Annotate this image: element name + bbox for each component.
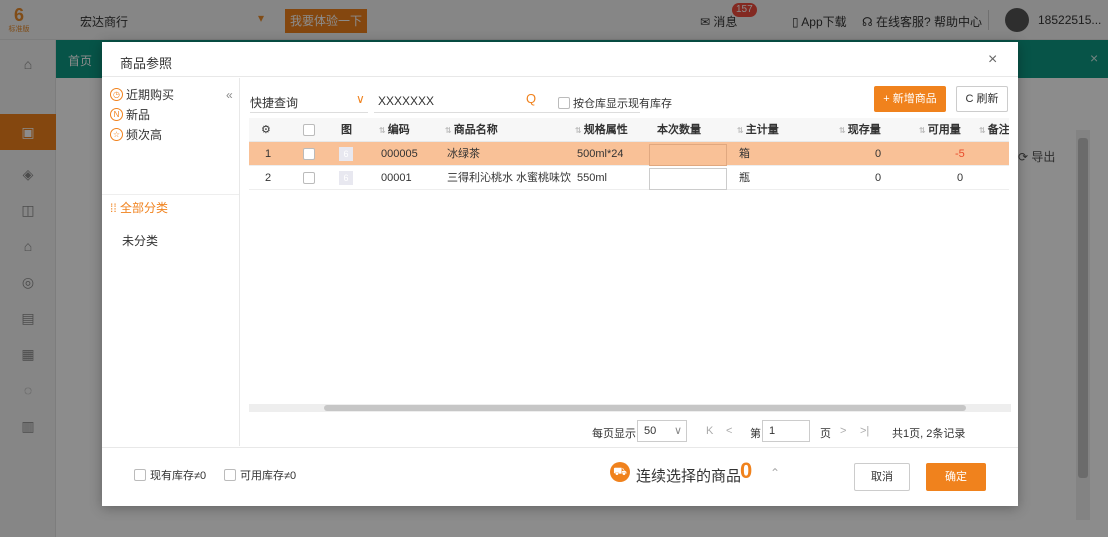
first-page-icon[interactable]: K <box>706 425 713 437</box>
category-uncategorized[interactable]: 未分类 <box>122 232 158 249</box>
product-image: 6 <box>339 166 353 190</box>
star-icon: ☆ <box>110 128 123 141</box>
product-name: 冰绿茶 <box>447 148 480 160</box>
product-unit: 瓶 <box>739 172 750 184</box>
header-stock[interactable]: ⇅ 现存量 <box>839 118 881 142</box>
header-quantity: 本次数量 <box>657 124 701 136</box>
page-suffix: 页 <box>820 428 831 440</box>
selected-count: 0 <box>740 458 753 483</box>
table-row[interactable]: 2 6 00001 三得利沁桃水 水蜜桃味饮料 550ml 瓶 0 0 <box>249 166 1009 190</box>
pagination-total: 共1页, 2条记录 <box>892 428 966 440</box>
product-image: 6 <box>339 142 353 166</box>
filter-recent[interactable]: ◷ 近期购买 <box>110 86 174 103</box>
filter-new[interactable]: N 新品 <box>110 106 150 123</box>
divider <box>374 112 640 113</box>
scrollbar-thumb[interactable] <box>324 405 966 411</box>
category-panel: ◷ 近期购买 N 新品 ☆ 频次高 « ⁞⁞ 全部分类 未分类 <box>102 78 240 446</box>
next-page-icon[interactable]: > <box>840 425 846 437</box>
refresh-button[interactable]: C 刷新 <box>956 86 1008 112</box>
search-input[interactable]: XXXXXXX <box>378 94 434 108</box>
row-checkbox[interactable] <box>303 166 315 190</box>
header-image: 图 <box>341 124 352 136</box>
dialog-title: 商品参照 <box>120 56 173 71</box>
product-available: 0 <box>957 172 964 184</box>
row-checkbox[interactable] <box>303 142 315 166</box>
product-stock: 0 <box>875 172 882 184</box>
per-page-label: 每页显示 <box>592 428 636 440</box>
chevron-down-icon[interactable]: ∨ <box>356 92 365 106</box>
quantity-input[interactable] <box>649 168 727 190</box>
header-name[interactable]: ⇅ 商品名称 <box>445 118 498 142</box>
product-table: ⚙ 图 ⇅ 编码 ⇅ 商品名称 ⇅ 规格属性 本次数量 ⇅ 主计量 ⇅ 现存量 ⇅ 可用量 … <box>249 118 1009 408</box>
per-page-select[interactable]: 50 ∨ <box>637 420 687 442</box>
search-icon[interactable]: Q <box>526 91 536 106</box>
header-code[interactable]: ⇅ 编码 <box>379 118 410 142</box>
stock-nonzero-checkbox[interactable]: 现有库存≠0 <box>134 467 206 483</box>
product-code: 00001 <box>381 172 412 184</box>
column-settings-icon[interactable]: ⚙ <box>261 118 271 142</box>
cancel-button[interactable]: 取消 <box>854 463 910 491</box>
product-spec: 550ml <box>577 172 607 184</box>
clock-icon: ◷ <box>110 88 123 101</box>
dialog-header: 商品参照 × <box>102 42 1018 77</box>
header-unit[interactable]: ⇅ 主计量 <box>737 118 779 142</box>
collapse-icon[interactable]: « <box>226 88 233 102</box>
page-input[interactable]: 1 <box>762 420 810 442</box>
add-product-button[interactable]: + 新增商品 <box>874 86 946 112</box>
quantity-input[interactable] <box>649 144 727 166</box>
new-icon: N <box>110 108 123 121</box>
page-prefix: 第 <box>750 428 761 440</box>
select-all-checkbox[interactable] <box>303 118 315 142</box>
product-stock: 0 <box>875 148 882 160</box>
product-reference-dialog: 商品参照 × ◷ 近期购买 N 新品 ☆ 频次高 « ⁞⁞ 全部分类 未分类 快捷查询… <box>102 42 1018 506</box>
header-note[interactable]: ⇅ 备注 <box>979 118 1009 142</box>
product-available: -5 <box>955 148 965 160</box>
header-spec[interactable]: ⇅ 规格属性 <box>575 118 628 142</box>
row-index: 2 <box>265 172 272 184</box>
prev-page-icon[interactable]: < <box>726 425 732 437</box>
last-page-icon[interactable]: >| <box>860 425 869 437</box>
header-available[interactable]: ⇅ 可用量 <box>919 118 961 142</box>
filter-frequent[interactable]: ☆ 频次高 <box>110 126 162 143</box>
table-row[interactable]: 1 6 000005 冰绿茶 500ml*24 箱 0 -5 <box>249 142 1009 166</box>
divider <box>250 112 368 113</box>
row-index: 1 <box>265 148 272 160</box>
confirm-button[interactable]: 确定 <box>926 463 986 491</box>
show-stock-checkbox[interactable]: 按仓库显示现有库存 <box>558 95 672 111</box>
product-spec: 500ml*24 <box>577 148 624 160</box>
product-code: 000005 <box>381 148 418 160</box>
product-unit: 箱 <box>739 148 750 160</box>
category-all[interactable]: ⁞⁞ 全部分类 <box>102 194 239 216</box>
cart-icon: ⛟ <box>610 462 630 482</box>
quick-query-select[interactable]: 快捷查询 <box>250 94 298 111</box>
close-icon[interactable]: × <box>988 51 997 69</box>
product-name: 三得利沁桃水 水蜜桃味饮料 <box>447 172 571 184</box>
table-header: ⚙ 图 ⇅ 编码 ⇅ 商品名称 ⇅ 规格属性 本次数量 ⇅ 主计量 ⇅ 现存量 ⇅ 可用量 … <box>249 118 1009 142</box>
checkbox[interactable] <box>558 97 570 109</box>
chevron-up-icon[interactable]: ⌃ <box>770 466 780 480</box>
continuous-select-label: 连续选择的商品 <box>636 468 742 485</box>
available-nonzero-checkbox[interactable]: 可用库存≠0 <box>224 467 296 483</box>
